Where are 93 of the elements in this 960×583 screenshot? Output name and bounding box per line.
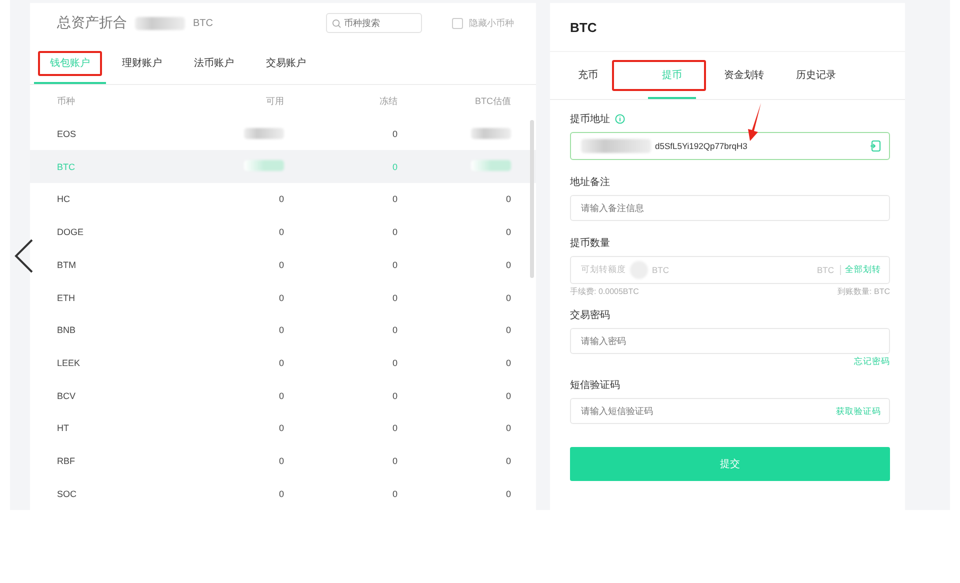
table-cell-text: 0 — [504, 325, 511, 336]
info-icon[interactable] — [615, 114, 625, 124]
tab[interactable]: 提币 — [648, 52, 696, 99]
table-cell-text: 0 — [391, 456, 398, 466]
scrollbar[interactable] — [530, 120, 534, 278]
total-assets-label: 总资产折合 — [57, 14, 127, 32]
get-code-link[interactable]: 获取验证码 — [836, 406, 881, 418]
submit-button[interactable]: 提交 — [570, 447, 890, 481]
table-cell-text: 0 — [504, 390, 511, 401]
table-cell-text: 0 — [391, 260, 398, 270]
search-field[interactable]: 币种搜索 — [326, 13, 422, 34]
table-cell-text: LEEK — [57, 358, 82, 368]
table-cell-text: 0 — [391, 162, 398, 172]
field-label: 交易密码 — [570, 308, 610, 322]
table-cell-text: 0 — [278, 194, 284, 204]
amount-field[interactable]: 可划转额度 BTC BTC 全部划转 — [570, 256, 890, 284]
table-cell-text: 0 — [278, 423, 284, 434]
table-cell-text: BCV — [57, 390, 77, 401]
table-cell-text: RBF — [57, 456, 76, 466]
table-cell-text: 0 — [504, 292, 511, 303]
table-cell-text: 0 — [278, 227, 284, 238]
tab[interactable]: 法币账户 — [178, 43, 250, 84]
table-cell-text: BTM — [57, 260, 77, 270]
tab[interactable]: 交易账户 — [250, 43, 322, 84]
field-label: 提币地址 — [570, 112, 610, 126]
redacted-block — [244, 128, 284, 139]
address-field[interactable]: d5SfL5Yi192Qp77brqH3 — [570, 132, 890, 160]
placeholder-text: 可划转额度 — [581, 264, 626, 276]
table-cell-text: 0 — [391, 423, 398, 434]
note-field[interactable]: 请输入备注信息 — [570, 195, 890, 221]
placeholder-text: BTC — [652, 265, 669, 275]
table-cell-text: BTC — [57, 162, 76, 172]
fee-text: 手续费: 0.0005BTC — [570, 286, 639, 296]
table-cell-text: 0 — [391, 292, 398, 303]
table-cell-text: 0 — [278, 456, 284, 466]
table-cell-text: BNB — [57, 325, 77, 336]
table-cell-text: 0 — [391, 390, 398, 401]
redacted-block — [581, 139, 651, 153]
table-cell-text: 0 — [391, 227, 398, 238]
table-cell-text: 0 — [504, 488, 511, 499]
table-cell-text: 0 — [391, 358, 398, 368]
withdraw-all-link[interactable]: 全部划转 — [845, 264, 881, 276]
table-cell-text: 0 — [278, 325, 284, 336]
redacted-block — [244, 160, 284, 172]
field-label: 提币数量 — [570, 236, 610, 250]
receive-text: 到账数量: BTC — [838, 286, 890, 296]
tab[interactable]: 理财账户 — [106, 43, 178, 84]
tab[interactable]: 历史记录 — [790, 52, 842, 99]
unit-label: BTC — [193, 18, 213, 29]
chevron-left-icon[interactable] — [14, 239, 34, 273]
address-value: d5SfL5Yi192Qp77brqH3 — [655, 141, 748, 151]
table-cell-text: 0 — [504, 227, 511, 238]
search-icon — [332, 19, 341, 28]
table-cell-text: 0 — [391, 129, 398, 140]
forgot-password-link[interactable]: 忘记密码 — [854, 356, 890, 368]
table-cell-text: 0 — [391, 325, 398, 336]
table-cell-text: 0 — [504, 456, 511, 466]
table-cell-text: 0 — [278, 260, 284, 270]
field-label: 地址备注 — [570, 176, 610, 189]
table-cell-text: SOC — [57, 488, 78, 499]
tab[interactable]: 钱包账户 — [34, 43, 106, 84]
password-field[interactable]: 请输入密码 — [570, 328, 890, 354]
table-cell-text: 0 — [504, 260, 511, 270]
column-header: 冻结 — [378, 94, 398, 108]
checkbox-label: 隐藏小币种 — [469, 16, 514, 30]
table-cell-text: 0 — [391, 488, 398, 499]
address-book-icon[interactable] — [870, 140, 881, 152]
table-cell-text: ETH — [57, 292, 76, 303]
unit-label: BTC — [817, 265, 841, 275]
checkbox[interactable] — [452, 18, 463, 29]
table-cell-text: 0 — [278, 488, 284, 499]
table-cell-text: 0 — [504, 358, 511, 368]
tab[interactable]: 资金划转 — [718, 52, 770, 99]
field-label: 短信验证码 — [570, 379, 620, 392]
table-cell-text: 0 — [278, 390, 284, 401]
coin-title: BTC — [569, 19, 598, 37]
column-header: BTC估值 — [474, 94, 511, 108]
column-header: 可用 — [265, 94, 284, 108]
redacted-block — [471, 160, 511, 172]
redacted-block — [471, 128, 511, 139]
redacted-block — [135, 16, 185, 30]
column-header: 币种 — [57, 94, 76, 108]
table-cell-text: 0 — [278, 292, 284, 303]
table-cell-text: DOGE — [57, 227, 85, 238]
table-cell-text: 0 — [278, 358, 284, 368]
table-cell-text: 0 — [504, 194, 511, 204]
table-cell-text: 0 — [504, 423, 511, 434]
table-cell-text: EOS — [57, 129, 78, 140]
table-row[interactable]: BTC 0 — [30, 150, 536, 184]
table-cell-text: HT — [57, 423, 70, 434]
table-cell-text: 0 — [391, 194, 398, 204]
tab[interactable]: 充币 — [562, 52, 614, 99]
table-cell-text: HC — [57, 194, 71, 204]
